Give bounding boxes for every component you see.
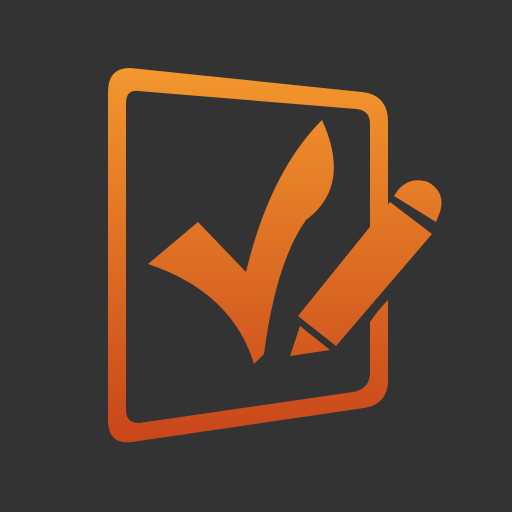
app-icon <box>0 0 512 512</box>
checklist-pencil-icon <box>0 0 512 512</box>
